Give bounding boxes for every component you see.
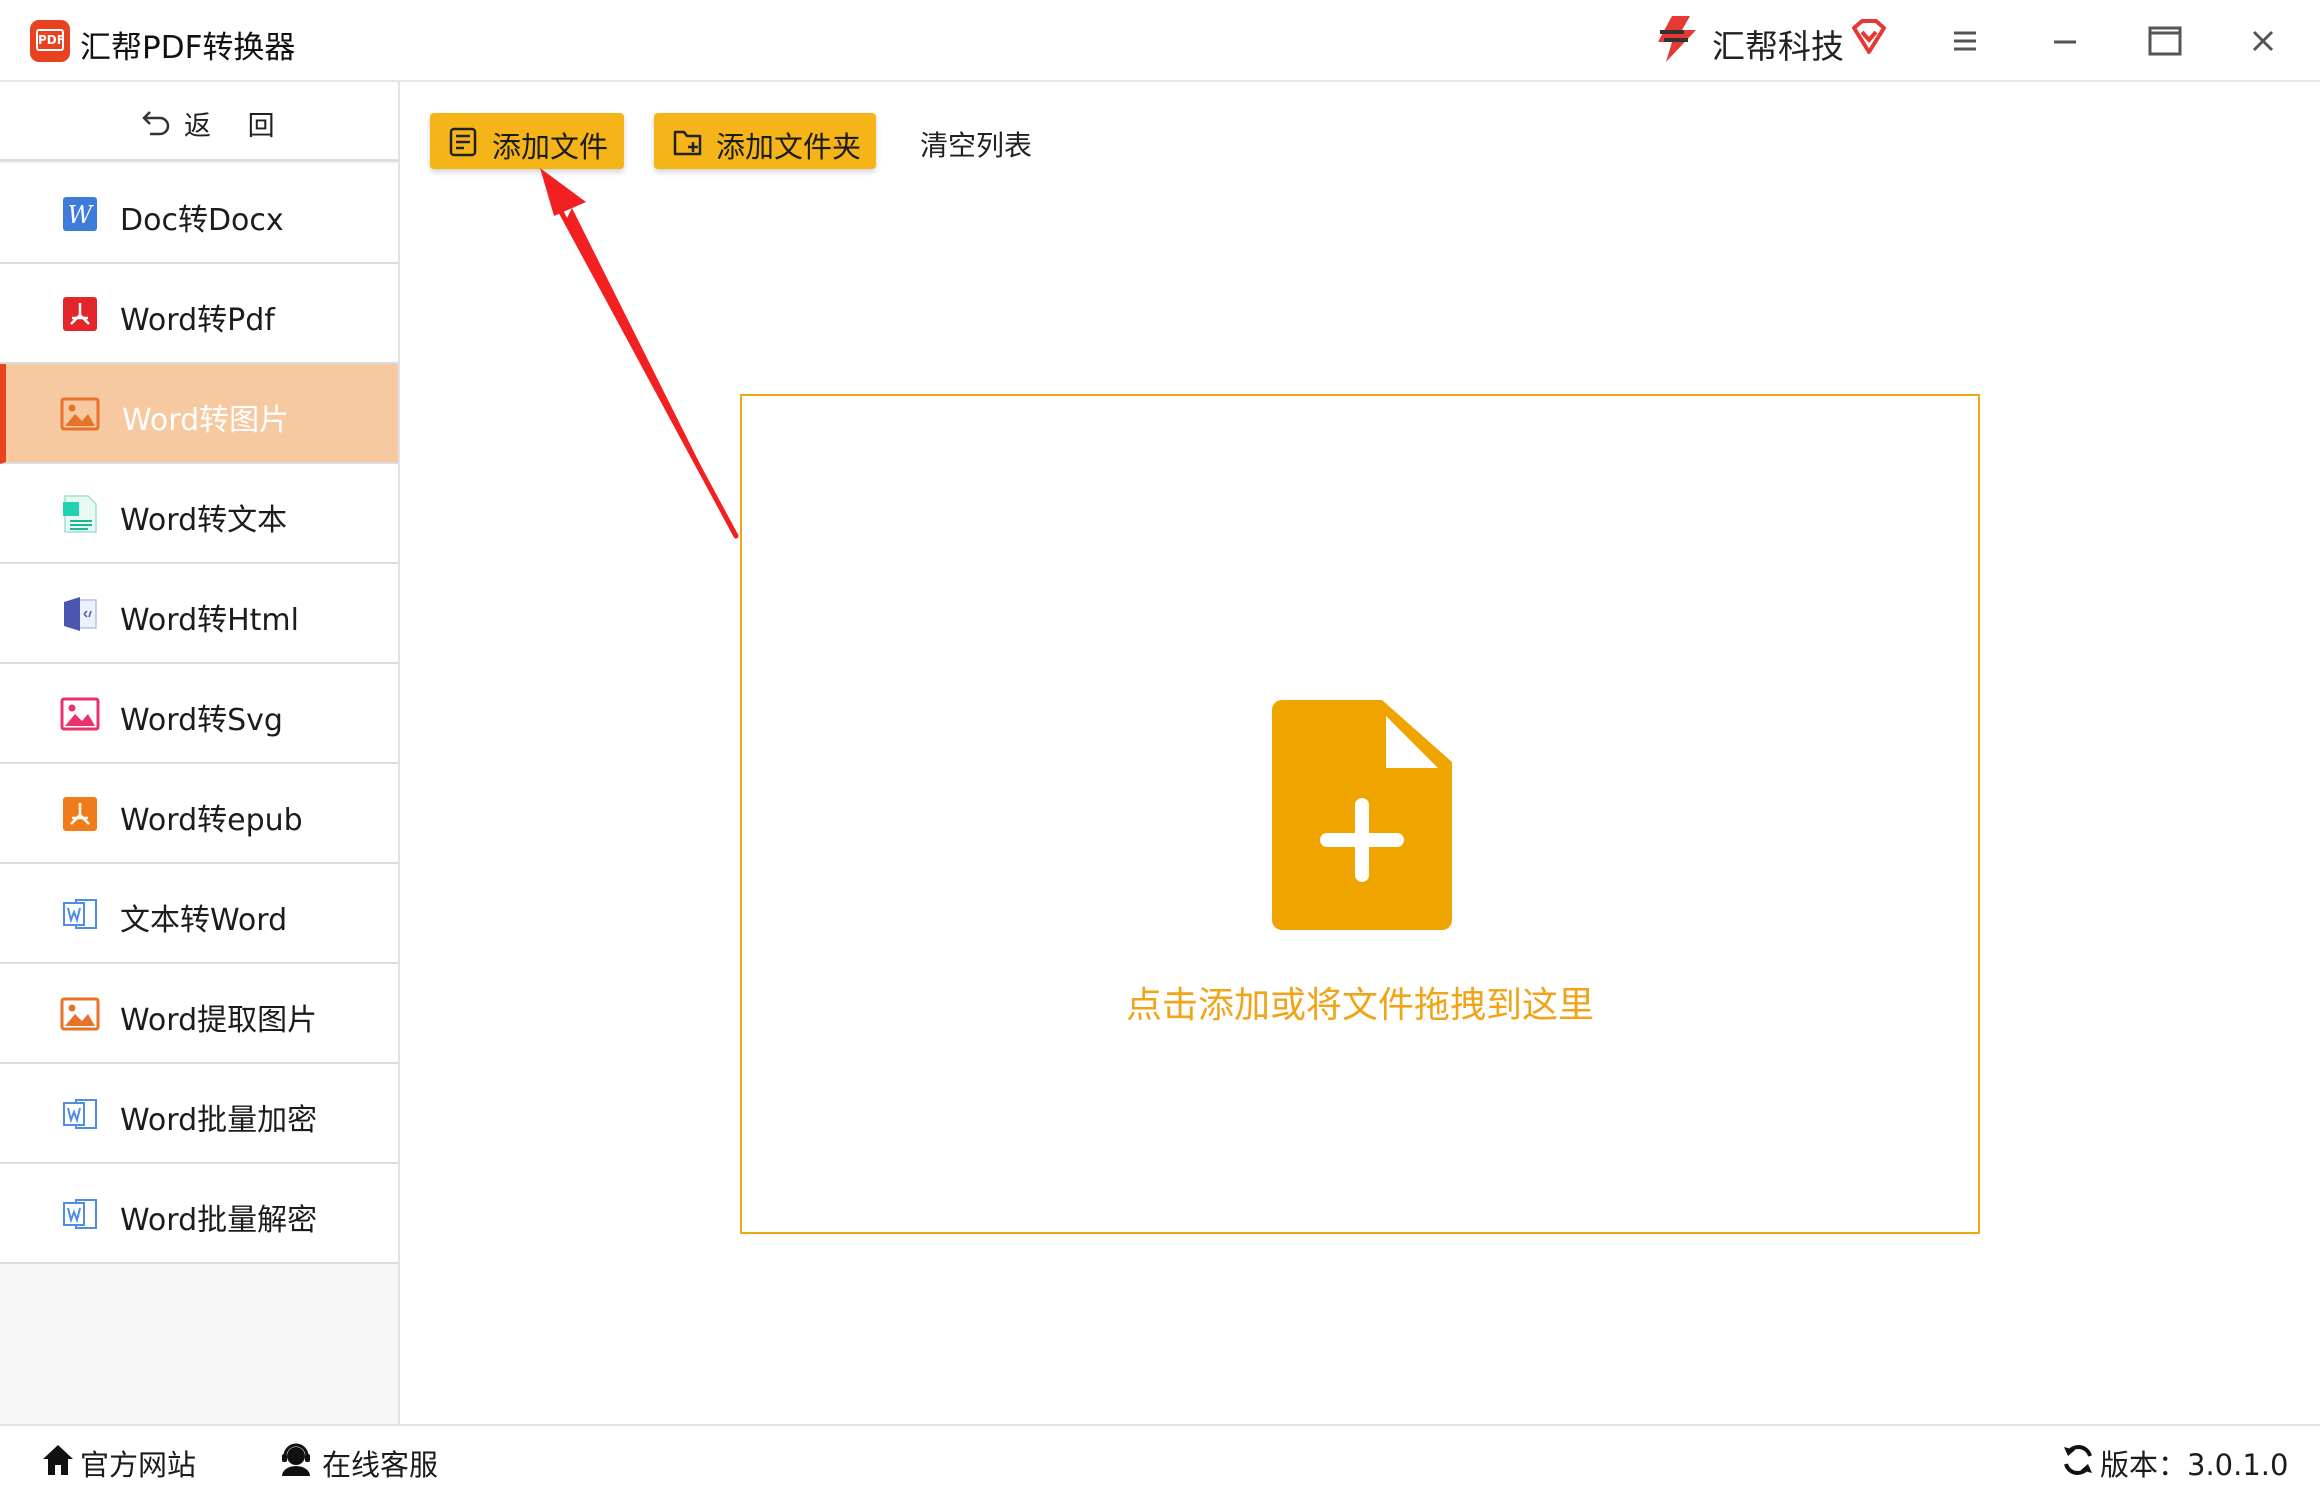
refresh-icon[interactable] [2060,1442,2096,1478]
image-icon [60,997,100,1031]
home-icon [43,1445,73,1475]
add-file-button[interactable]: 添加文件 [430,113,624,169]
back-button[interactable]: 返 回 [0,82,398,162]
menu-icon[interactable] [1942,18,1988,64]
word-outline-icon [63,1199,97,1229]
add-folder-button[interactable]: 添加文件夹 [654,113,876,169]
sidebar-item-label: 文本转Word [120,903,288,938]
brand-logo-icon [1658,16,1696,62]
sidebar-item-word-to-svg[interactable]: Word转Svg [0,664,398,764]
word-w-icon: W [63,197,97,231]
sidebar-item-word-to-html[interactable]: Word转Html [0,564,398,664]
vip-diamond-icon[interactable] [1850,18,1888,56]
app-logo-icon: PDF [30,20,70,62]
add-folder-label: 添加文件夹 [716,130,862,164]
sidebar-item-label: Word转Svg [120,703,283,738]
sidebar-item-word-to-pdf[interactable]: Word转Pdf [0,264,398,364]
sidebar-item-label: Word转Html [120,603,299,638]
add-document-icon [1272,700,1452,930]
title-bar: PDF 汇帮PDF转换器 汇帮科技 [0,0,2320,82]
sidebar-item-label: Doc转Docx [120,203,284,238]
text-file-icon [63,495,97,533]
drop-hint-text: 点击添加或将文件拖拽到这里 [1125,985,1594,1026]
brand-name: 汇帮科技 [1712,27,1844,66]
pdf-acrobat-icon [63,297,97,331]
sidebar-item-label: Word转图片 [122,403,290,438]
image-icon [60,397,100,431]
back-arrow-icon [142,111,170,136]
sidebar-item-text-to-word[interactable]: 文本转Word [0,864,398,964]
customer-service-icon [282,1443,310,1476]
sidebar-item-label: Word提取图片 [120,1003,318,1038]
sidebar: 返 回 W Doc转Docx Word转Pdf Word转图片 Word转文本 [0,82,400,1424]
sidebar-item-word-batch-decrypt[interactable]: Word批量解密 [0,1164,398,1264]
folder-add-icon [673,130,702,156]
word-outline-icon [63,1099,97,1129]
sidebar-item-word-batch-encrypt[interactable]: Word批量加密 [0,1064,398,1164]
epub-icon [63,797,97,831]
file-list-icon [449,127,477,157]
sidebar-item-label: Word批量加密 [120,1103,318,1138]
sidebar-item-word-to-epub[interactable]: Word转epub [0,764,398,864]
sidebar-item-label: Word转Pdf [120,303,275,338]
online-support-link[interactable]: 在线客服 [322,1442,438,1484]
back-label: 返 回 [184,111,289,142]
sidebar-item-word-to-image[interactable]: Word转图片 [0,364,398,464]
close-icon[interactable] [2240,18,2286,64]
sidebar-item-label: Word转文本 [120,503,288,538]
official-website-link[interactable]: 官方网站 [80,1442,196,1484]
sidebar-item-word-extract-images[interactable]: Word提取图片 [0,964,398,1064]
annotation-arrow-icon [540,168,739,539]
add-file-label: 添加文件 [492,130,609,164]
word-outline-icon [63,899,97,929]
version-label: 版本：3.0.1.0 [2100,1448,2289,1482]
svg-text:W: W [68,201,95,229]
minimize-icon[interactable] [2042,18,2088,64]
sidebar-item-word-to-text[interactable]: Word转文本 [0,464,398,564]
app-title: 汇帮PDF转换器 [80,30,296,66]
file-drop-zone[interactable]: 点击添加或将文件拖拽到这里 [740,394,1980,1234]
sidebar-item-label: Word转epub [120,803,303,838]
svg-image-icon [60,697,100,731]
sidebar-item-doc-to-docx[interactable]: W Doc转Docx [0,164,398,264]
sidebar-item-label: Word批量解密 [120,1203,318,1238]
status-bar: 官方网站 在线客服 版本：3.0.1.0 [0,1424,2320,1492]
html-file-icon [64,597,97,631]
clear-list-button[interactable]: 清空列表 [920,124,1032,164]
maximize-icon[interactable] [2142,18,2188,64]
